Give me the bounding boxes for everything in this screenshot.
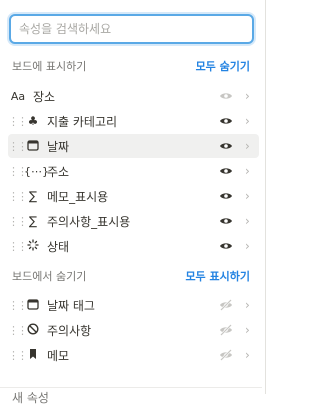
drag-handle-icon[interactable]: ⋮⋮ xyxy=(8,215,28,228)
chevron-right-icon: › xyxy=(245,139,250,153)
property-row-caution-display[interactable]: ⋮⋮ ∑ 주의사항_표시용 › xyxy=(8,209,259,233)
eye-toggle-icon[interactable] xyxy=(219,239,233,253)
property-search-input[interactable] xyxy=(11,16,252,42)
drag-handle-icon[interactable]: ⋮⋮ xyxy=(8,299,28,312)
calendar-icon xyxy=(24,139,42,154)
drag-handle-icon[interactable]: ⋮⋮ xyxy=(8,140,28,153)
hide-all-button[interactable]: 모두 숨기기 xyxy=(196,58,250,74)
status-icon xyxy=(24,238,42,254)
eye-off-toggle-icon[interactable] xyxy=(219,323,233,337)
drag-handle-icon[interactable]: ⋮⋮ xyxy=(8,324,28,337)
drag-handle-icon[interactable]: ⋮⋮ xyxy=(8,165,28,178)
property-row-status[interactable]: ⋮⋮ 상태 › xyxy=(8,234,259,258)
eye-toggle-icon[interactable] xyxy=(219,214,233,228)
chevron-right-icon: › xyxy=(245,348,250,362)
property-row-date[interactable]: ⋮⋮ 날짜 › xyxy=(8,134,259,158)
calendar-icon xyxy=(24,298,42,313)
property-label: 날짜 xyxy=(47,139,70,154)
property-label: 지출 카테고리 xyxy=(47,114,118,129)
property-row-expense-category[interactable]: ⋮⋮ ♣ 지출 카테고리 › xyxy=(8,109,259,133)
sigma-icon: ∑ xyxy=(28,189,38,203)
shown-section-header: 보드에 표시하기 모두 숨기기 xyxy=(12,58,250,74)
new-property-button[interactable]: 새 속성 xyxy=(12,389,49,406)
eye-toggle-icon[interactable] xyxy=(219,189,233,203)
chevron-right-icon: › xyxy=(245,214,250,228)
property-label: 날짜 태그 xyxy=(47,298,95,313)
panel-scroll-edge xyxy=(265,0,266,394)
chevron-right-icon: › xyxy=(245,189,250,203)
drag-handle-icon[interactable]: ⋮⋮ xyxy=(8,349,28,362)
footer-divider xyxy=(0,387,262,388)
chevron-right-icon: › xyxy=(245,164,250,178)
property-row-caution[interactable]: ⋮⋮ 주의사항 › xyxy=(8,318,259,342)
chevron-right-icon: › xyxy=(245,114,250,128)
chevron-right-icon: › xyxy=(245,89,250,103)
property-row-address[interactable]: ⋮⋮ {⋯} 주소 › xyxy=(8,159,259,183)
shapes-icon: ♣ xyxy=(27,114,39,128)
property-label: 주의사항_표시용 xyxy=(47,214,131,229)
shown-section-title: 보드에 표시하기 xyxy=(12,60,87,73)
property-label: 주의사항 xyxy=(47,323,92,338)
eye-toggle-icon[interactable] xyxy=(219,139,233,153)
bookmark-icon xyxy=(24,348,42,363)
property-label: 주소 xyxy=(47,164,70,179)
formula-icon: {⋯} xyxy=(24,164,49,178)
text-aa-icon: Aa xyxy=(10,89,26,103)
property-label: 메모_표시용 xyxy=(47,189,109,204)
eye-toggle-icon[interactable] xyxy=(219,114,233,128)
sigma-icon: ∑ xyxy=(28,214,38,228)
hidden-section-title: 보드에서 숨기기 xyxy=(12,270,87,283)
property-row-date-tag[interactable]: ⋮⋮ 날짜 태그 › xyxy=(8,293,259,317)
chevron-right-icon: › xyxy=(245,323,250,337)
property-label: 장소 xyxy=(33,89,56,104)
property-search-box[interactable] xyxy=(9,14,254,44)
eye-toggle-icon[interactable] xyxy=(219,164,233,178)
eye-off-toggle-icon[interactable] xyxy=(219,298,233,312)
chevron-right-icon: › xyxy=(245,298,250,312)
property-row-memo-display[interactable]: ⋮⋮ ∑ 메모_표시용 › xyxy=(8,184,259,208)
drag-handle-icon[interactable]: ⋮⋮ xyxy=(8,190,28,203)
show-all-button[interactable]: 모두 표시하기 xyxy=(185,268,250,284)
property-label: 메모 xyxy=(47,348,70,363)
property-label: 상태 xyxy=(47,239,70,254)
prohibited-icon xyxy=(24,322,42,338)
eye-off-toggle-icon[interactable] xyxy=(219,348,233,362)
drag-handle-icon[interactable]: ⋮⋮ xyxy=(8,240,28,253)
property-row-location[interactable]: Aa 장소 › xyxy=(8,84,259,108)
drag-handle-icon[interactable]: ⋮⋮ xyxy=(8,115,28,128)
eye-icon xyxy=(219,89,233,103)
chevron-right-icon: › xyxy=(245,239,250,253)
hidden-section-header: 보드에서 숨기기 모두 표시하기 xyxy=(12,268,250,284)
property-row-memo[interactable]: ⋮⋮ 메모 › xyxy=(8,343,259,367)
